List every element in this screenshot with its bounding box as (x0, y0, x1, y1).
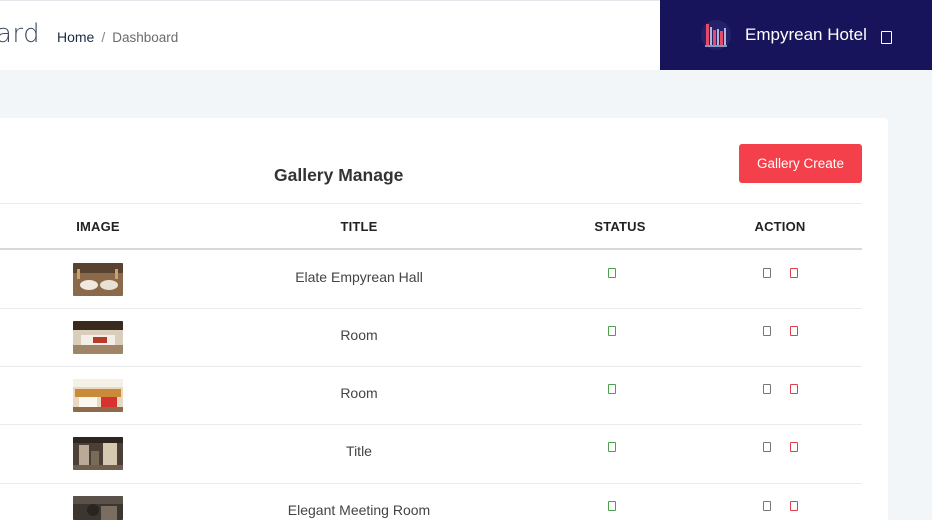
gallery-thumbnail (73, 263, 123, 296)
menu-toggle-icon[interactable] (881, 31, 892, 44)
delete-icon[interactable] (790, 384, 798, 394)
edit-icon[interactable] (763, 501, 771, 511)
status-active-icon[interactable] (608, 326, 616, 336)
breadcrumb-separator: / (101, 29, 106, 45)
breadcrumb-current: Dashboard (112, 29, 179, 45)
status-active-icon[interactable] (608, 268, 616, 278)
table-row: Elegant Meeting Room (0, 483, 862, 520)
column-header-title: TITLE (340, 219, 378, 234)
gallery-thumbnail (73, 496, 123, 520)
delete-icon[interactable] (790, 268, 798, 278)
row-title: Room (340, 385, 378, 401)
hotel-logo-icon (700, 18, 732, 52)
brand-panel: Empyrean Hotel (660, 0, 932, 70)
status-active-icon[interactable] (608, 501, 616, 511)
edit-icon[interactable] (763, 326, 771, 336)
breadcrumb-home-link[interactable]: Home (57, 29, 94, 45)
table-top-divider (0, 203, 862, 204)
table-row: Elate Empyrean Hall (0, 250, 862, 308)
column-header-status: STATUS (594, 219, 646, 234)
column-header-action: ACTION (754, 219, 806, 234)
table-row: Room (0, 366, 862, 424)
row-title: Room (340, 327, 378, 343)
column-header-image: IMAGE (76, 219, 120, 234)
table-row: Room (0, 308, 862, 366)
gallery-thumbnail (73, 437, 123, 470)
delete-icon[interactable] (790, 501, 798, 511)
breadcrumb: Home / Dashboard (57, 29, 178, 45)
delete-icon[interactable] (790, 442, 798, 452)
card-title: Gallery Manage (274, 165, 404, 185)
page-title: ard (0, 19, 41, 49)
status-active-icon[interactable] (608, 442, 616, 452)
table-row: Title (0, 424, 862, 482)
edit-icon[interactable] (763, 268, 771, 278)
status-active-icon[interactable] (608, 384, 616, 394)
row-title: Elate Empyrean Hall (295, 269, 423, 285)
edit-icon[interactable] (763, 384, 771, 394)
gallery-create-button[interactable]: Gallery Create (739, 144, 862, 183)
gallery-thumbnail (73, 379, 123, 412)
delete-icon[interactable] (790, 326, 798, 336)
edit-icon[interactable] (763, 442, 771, 452)
gallery-thumbnail (73, 321, 123, 354)
row-title: Title (346, 443, 372, 459)
row-title: Elegant Meeting Room (287, 502, 431, 518)
brand-name: Empyrean Hotel (745, 25, 867, 44)
